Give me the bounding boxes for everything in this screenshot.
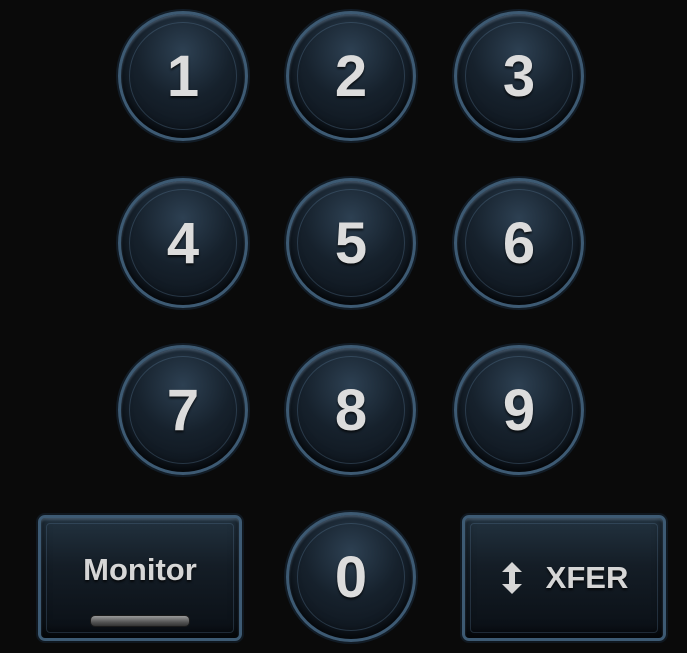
key-1-label: 1 [166, 44, 200, 109]
key-7-label: 7 [166, 378, 200, 443]
key-0[interactable]: 0 [286, 512, 416, 642]
key-5[interactable]: 5 [286, 178, 416, 308]
key-8-label: 8 [334, 378, 368, 443]
key-3[interactable]: 3 [454, 11, 584, 141]
key-2-label: 2 [334, 44, 368, 109]
xfer-label: XFER [545, 560, 629, 595]
xfer-button[interactable]: XFER [462, 515, 666, 641]
key-6-label: 6 [502, 211, 536, 276]
key-4-label: 4 [166, 211, 200, 276]
monitor-indicator-bar [91, 616, 189, 626]
key-5-label: 5 [334, 211, 368, 276]
up-down-arrow-icon [500, 560, 524, 596]
key-1[interactable]: 1 [118, 11, 248, 141]
key-9-label: 9 [502, 378, 536, 443]
key-8[interactable]: 8 [286, 345, 416, 475]
key-6[interactable]: 6 [454, 178, 584, 308]
key-9[interactable]: 9 [454, 345, 584, 475]
key-0-label: 0 [334, 545, 368, 610]
dial-keypad: 1 2 3 4 5 6 7 8 9 Monitor 0 XFER [0, 0, 687, 653]
key-2[interactable]: 2 [286, 11, 416, 141]
monitor-label: Monitor [83, 552, 197, 587]
monitor-button[interactable]: Monitor [38, 515, 242, 641]
key-4[interactable]: 4 [118, 178, 248, 308]
key-3-label: 3 [502, 44, 536, 109]
xfer-content: XFER [465, 518, 663, 638]
key-7[interactable]: 7 [118, 345, 248, 475]
